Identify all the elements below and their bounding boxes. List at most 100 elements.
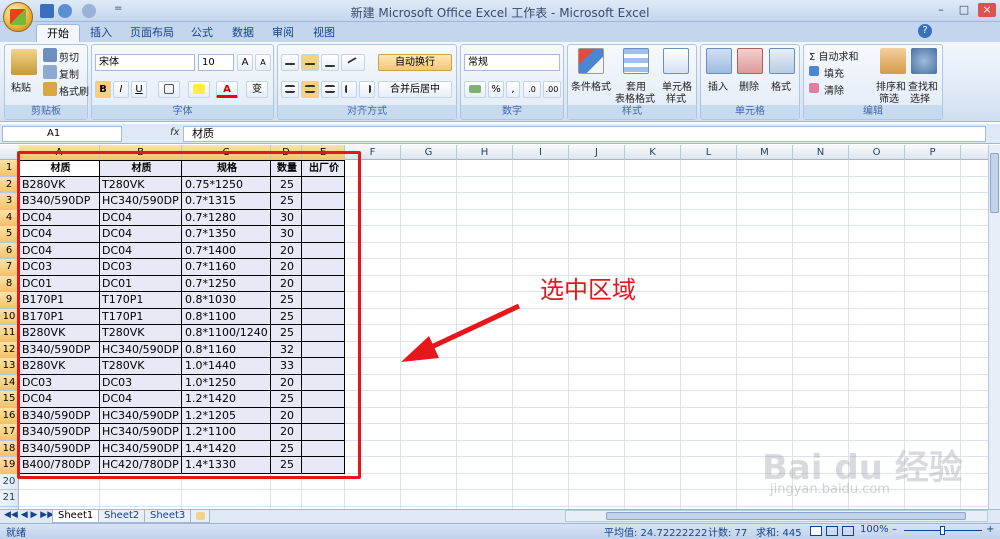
vertical-scroll-thumb[interactable] [990,153,999,213]
tab-review[interactable]: 审阅 [262,24,304,42]
sheet-tab-3[interactable]: Sheet3 [144,510,192,523]
page-break-view-icon[interactable] [842,526,854,536]
normal-view-icon[interactable] [810,526,822,536]
tab-view[interactable]: 视图 [303,24,345,42]
tab-data[interactable]: 数据 [222,24,264,42]
paste-icon[interactable] [11,49,37,75]
help-icon[interactable]: ? [918,24,932,38]
merge-center-button[interactable]: 合并后居中 [378,81,452,98]
copy-button[interactable]: 复制 [59,66,79,81]
sheet-tab-1[interactable]: Sheet1 [52,510,100,523]
increase-decimal-button[interactable]: .0 [523,81,541,98]
column-header[interactable]: M [737,145,793,160]
format-cells-button[interactable]: 格式 [771,78,791,93]
fill-button[interactable]: 填充 [824,65,844,80]
zoom-level[interactable]: 100% [860,524,889,535]
column-header[interactable]: P [905,145,961,160]
conditional-format-button[interactable]: 条件格式 [571,78,611,93]
decrease-indent-button[interactable] [341,81,357,98]
number-format-select[interactable]: 常规 [464,54,560,71]
group-editing: Σ 自动求和 填充 清除 排序和 筛选 查找和 选择 编辑 [803,44,943,120]
delete-cells-icon[interactable] [737,48,763,74]
minimize-button[interactable]: – [932,3,950,17]
bold-button[interactable]: B [95,81,111,98]
italic-button[interactable]: I [113,81,129,98]
zoom-out-button[interactable]: – [892,524,897,535]
align-bottom-button[interactable] [321,54,339,71]
row-header[interactable]: 21 [0,490,19,507]
formula-input[interactable]: 材质 [183,126,986,142]
column-header[interactable]: H [457,145,513,160]
align-top-button[interactable] [281,54,299,71]
delete-cells-button[interactable]: 删除 [739,78,759,93]
horizontal-scroll-thumb[interactable] [606,512,966,520]
increase-indent-button[interactable] [359,81,375,98]
clear-button[interactable]: 清除 [824,82,844,97]
conditional-format-icon[interactable] [578,48,604,74]
fill-icon[interactable] [809,66,819,76]
phonetic-button[interactable]: 变 [246,81,268,98]
align-right-icon [325,85,335,93]
window-title: 新建 Microsoft Office Excel 工作表 - Microsof… [350,6,650,20]
column-header[interactable]: I [513,145,569,160]
column-header[interactable]: N [793,145,849,160]
tab-insert[interactable]: 插入 [80,24,122,42]
align-left-button[interactable] [281,81,299,98]
fill-color-button[interactable] [188,81,210,98]
maximize-button[interactable]: □ [955,3,973,17]
clear-icon[interactable] [809,83,819,93]
column-header[interactable]: L [681,145,737,160]
column-header[interactable]: K [625,145,681,160]
zoom-in-button[interactable]: + [986,524,994,535]
autosum-button[interactable]: Σ 自动求和 [809,48,859,63]
insert-cells-icon[interactable] [706,48,732,74]
column-header[interactable]: J [569,145,625,160]
align-right-button[interactable] [321,81,339,98]
horizontal-scrollbar[interactable] [565,510,988,522]
orientation-button[interactable] [341,54,365,71]
align-middle-button[interactable] [301,54,319,71]
find-select-icon[interactable] [911,48,937,74]
wrap-text-button[interactable]: 自动换行 [378,54,452,71]
currency-button[interactable] [464,81,486,98]
tab-page-layout[interactable]: 页面布局 [120,24,184,42]
comma-button[interactable]: , [506,81,520,98]
office-button[interactable] [3,2,33,32]
borders-button[interactable] [158,81,180,98]
format-cells-icon[interactable] [769,48,795,74]
name-box[interactable]: A1 [2,126,122,142]
font-size-select[interactable]: 10 [198,54,234,71]
zoom-slider-thumb[interactable] [940,526,945,535]
grow-font-button[interactable]: A [237,54,253,71]
copy-icon[interactable] [43,65,57,79]
cut-icon[interactable] [43,48,57,62]
font-name-select[interactable]: 宋体 [95,54,195,71]
format-painter-icon[interactable] [43,82,57,96]
column-header[interactable]: O [849,145,905,160]
tab-formulas[interactable]: 公式 [181,24,223,42]
close-button[interactable]: × [978,3,996,17]
sheet-nav-arrows[interactable]: ◀◀ ◀ ▶ ▶▶ [4,510,54,520]
sheet-tab-2[interactable]: Sheet2 [98,510,146,523]
cut-button[interactable]: 剪切 [59,49,79,64]
tab-home[interactable]: 开始 [36,24,80,42]
group-title-styles: 样式 [568,105,696,119]
sort-filter-icon[interactable] [880,48,906,74]
vertical-scrollbar[interactable] [988,145,1000,509]
new-sheet-tab[interactable] [190,510,210,523]
percent-button[interactable]: % [488,81,504,98]
cell-styles-icon[interactable] [663,48,689,74]
column-header[interactable]: G [401,145,457,160]
insert-cells-button[interactable]: 插入 [708,78,728,93]
format-painter-button[interactable]: 格式刷 [59,83,89,98]
font-color-button[interactable]: A [216,81,238,98]
underline-button[interactable]: U [131,81,147,98]
status-ready: 就绪 [6,528,26,539]
fx-button[interactable]: fx [170,127,179,138]
format-table-icon[interactable] [623,48,649,74]
paste-button[interactable]: 粘贴 [11,79,31,94]
decrease-decimal-button[interactable]: .00 [543,81,561,98]
page-layout-view-icon[interactable] [826,526,838,536]
shrink-font-button[interactable]: A [255,54,271,71]
align-center-button[interactable] [301,81,319,98]
